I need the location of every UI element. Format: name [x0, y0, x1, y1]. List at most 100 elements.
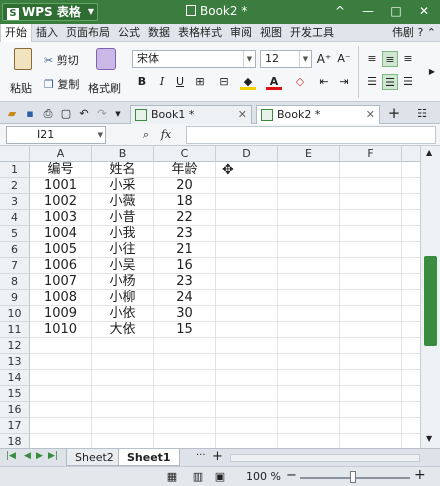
tab-book1[interactable]: Book1 * ✕: [130, 105, 252, 124]
cell-a11[interactable]: 1010: [30, 322, 92, 338]
sheet-more-button[interactable]: ···: [196, 450, 206, 461]
cell-f6[interactable]: [340, 242, 402, 258]
cell-f14[interactable]: [340, 370, 402, 386]
cell-b16[interactable]: [92, 402, 154, 418]
shrink-font-button[interactable]: A⁻: [336, 51, 352, 67]
cell-d11[interactable]: [216, 322, 278, 338]
cell-c1[interactable]: 年龄: [154, 162, 216, 178]
cell-b14[interactable]: [92, 370, 154, 386]
zoom-in-button[interactable]: +: [414, 467, 426, 483]
scroll-up-icon[interactable]: ▲: [426, 148, 432, 157]
cell-g4[interactable]: [402, 210, 420, 226]
cell-g8[interactable]: [402, 274, 420, 290]
align-right-icon[interactable]: ☰: [400, 74, 416, 90]
row-header-7[interactable]: 7: [0, 258, 30, 274]
formula-input[interactable]: [186, 126, 436, 144]
column-header-e[interactable]: E: [278, 146, 340, 162]
cell-g7[interactable]: [402, 258, 420, 274]
column-header-a[interactable]: A: [30, 146, 92, 162]
cell-g5[interactable]: [402, 226, 420, 242]
cell-b13[interactable]: [92, 354, 154, 370]
cell-f3[interactable]: [340, 194, 402, 210]
cell-b7[interactable]: 小吴: [92, 258, 154, 274]
ribbon-scroll-icon[interactable]: ▶: [424, 64, 440, 80]
cell-d7[interactable]: [216, 258, 278, 274]
cell-a2[interactable]: 1001: [30, 178, 92, 194]
bold-button[interactable]: B: [134, 74, 150, 90]
cell-d12[interactable]: [216, 338, 278, 354]
cell-b6[interactable]: 小往: [92, 242, 154, 258]
italic-button[interactable]: I: [154, 74, 170, 90]
cell-e9[interactable]: [278, 290, 340, 306]
last-sheet-icon[interactable]: ▶|: [48, 451, 58, 461]
cell-a4[interactable]: 1003: [30, 210, 92, 226]
cell-b5[interactable]: 小我: [92, 226, 154, 242]
cell-g1[interactable]: [402, 162, 420, 178]
cell-e15[interactable]: [278, 386, 340, 402]
maximize-button[interactable]: □: [382, 4, 410, 18]
cell-b2[interactable]: 小采: [92, 178, 154, 194]
menu-review[interactable]: 审阅: [226, 24, 256, 42]
user-name[interactable]: 伟剧: [392, 26, 414, 39]
cell-c2[interactable]: 20: [154, 178, 216, 194]
cell-g2[interactable]: [402, 178, 420, 194]
cell-e4[interactable]: [278, 210, 340, 226]
align-middle-icon[interactable]: ≡: [382, 51, 398, 67]
cell-f5[interactable]: [340, 226, 402, 242]
cell-d5[interactable]: [216, 226, 278, 242]
font-color-icon[interactable]: A: [266, 74, 282, 90]
cell-c13[interactable]: [154, 354, 216, 370]
row-header-13[interactable]: 13: [0, 354, 30, 370]
print-preview-icon[interactable]: ▢: [58, 106, 74, 122]
close-icon[interactable]: ✕: [238, 106, 247, 124]
horizontal-scrollbar[interactable]: [230, 454, 420, 462]
cell-b17[interactable]: [92, 418, 154, 434]
sheet-tab-sheet2[interactable]: Sheet2: [66, 449, 123, 466]
cell-a3[interactable]: 1002: [30, 194, 92, 210]
cell-f15[interactable]: [340, 386, 402, 402]
cell-b1[interactable]: 姓名: [92, 162, 154, 178]
cell-a9[interactable]: 1008: [30, 290, 92, 306]
align-center-icon[interactable]: ☰: [382, 74, 398, 90]
cell-a14[interactable]: [30, 370, 92, 386]
next-sheet-icon[interactable]: ▶: [36, 451, 43, 461]
cell-b9[interactable]: 小柳: [92, 290, 154, 306]
cell-c6[interactable]: 21: [154, 242, 216, 258]
column-header-b[interactable]: B: [92, 146, 154, 162]
grow-font-button[interactable]: A⁺: [316, 51, 332, 67]
cell-b11[interactable]: 大依: [92, 322, 154, 338]
cell-b3[interactable]: 小薇: [92, 194, 154, 210]
cell-e3[interactable]: [278, 194, 340, 210]
row-header-12[interactable]: 12: [0, 338, 30, 354]
cell-a16[interactable]: [30, 402, 92, 418]
merge-icon[interactable]: ⊟: [216, 74, 232, 90]
row-header-18[interactable]: 18: [0, 434, 30, 448]
row-header-16[interactable]: 16: [0, 402, 30, 418]
tab-book2[interactable]: Book2 * ✕: [256, 105, 380, 124]
column-header-d[interactable]: D: [216, 146, 278, 162]
open-folder-icon[interactable]: ▰: [4, 106, 20, 122]
cell-g9[interactable]: [402, 290, 420, 306]
menu-view[interactable]: 视图: [256, 24, 286, 42]
cell-d18[interactable]: [216, 434, 278, 448]
cell-g6[interactable]: [402, 242, 420, 258]
row-header-11[interactable]: 11: [0, 322, 30, 338]
row-header-9[interactable]: 9: [0, 290, 30, 306]
cell-c14[interactable]: [154, 370, 216, 386]
cell-f17[interactable]: [340, 418, 402, 434]
row-header-10[interactable]: 10: [0, 306, 30, 322]
fill-color-icon[interactable]: ◆: [240, 74, 256, 90]
cell-d4[interactable]: [216, 210, 278, 226]
cell-g14[interactable]: [402, 370, 420, 386]
row-header-2[interactable]: 2: [0, 178, 30, 194]
cell-f18[interactable]: [340, 434, 402, 448]
row-header-4[interactable]: 4: [0, 210, 30, 226]
cell-c16[interactable]: [154, 402, 216, 418]
add-sheet-button[interactable]: +: [212, 449, 223, 464]
cell-a18[interactable]: [30, 434, 92, 448]
cell-g12[interactable]: [402, 338, 420, 354]
format-painter-button[interactable]: 格式刷: [88, 46, 122, 98]
cell-b18[interactable]: [92, 434, 154, 448]
cell-d16[interactable]: [216, 402, 278, 418]
name-box[interactable]: I21 ▼: [6, 126, 106, 144]
